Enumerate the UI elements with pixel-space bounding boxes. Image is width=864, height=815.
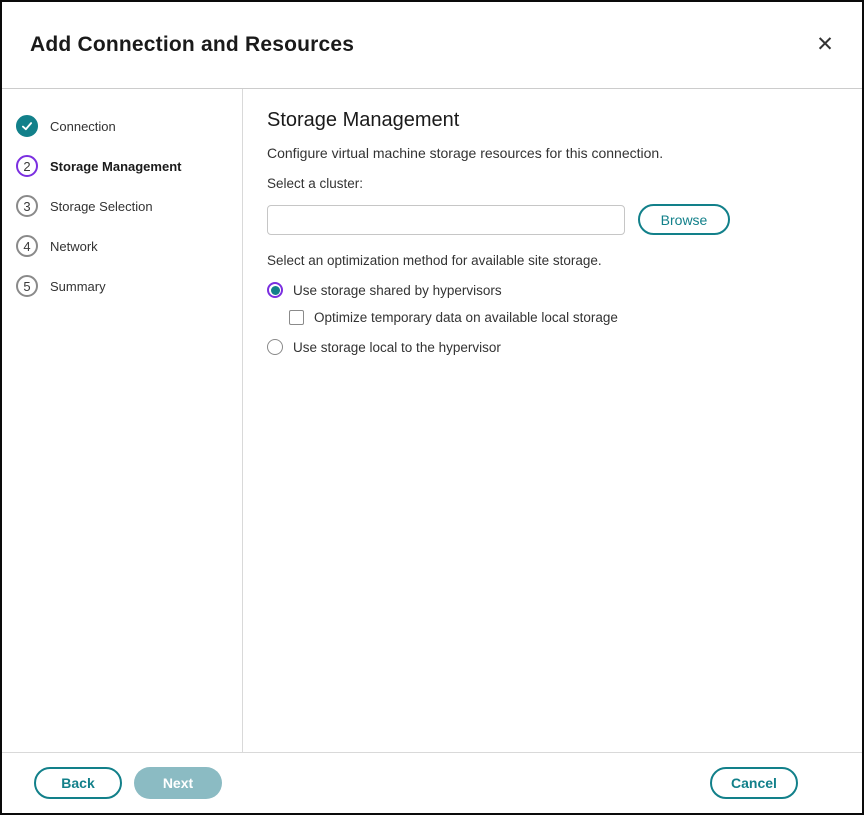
- step-storage-selection[interactable]: 3 Storage Selection: [16, 195, 242, 217]
- check-icon: [16, 115, 38, 137]
- step-label: Connection: [50, 119, 116, 134]
- wizard-steps-sidebar: Connection 2 Storage Management 3 Storag…: [2, 89, 243, 752]
- optimization-method-label: Select an optimization method for availa…: [267, 253, 838, 268]
- page-title: Storage Management: [267, 109, 838, 132]
- dialog-body: Connection 2 Storage Management 3 Storag…: [2, 89, 862, 752]
- option-label: Use storage local to the hypervisor: [293, 340, 501, 355]
- radio-use-shared-storage[interactable]: Use storage shared by hypervisors: [267, 282, 838, 298]
- radio-selected-icon[interactable]: [267, 282, 283, 298]
- dialog-title: Add Connection and Resources: [30, 33, 354, 57]
- step-network[interactable]: 4 Network: [16, 235, 242, 257]
- add-connection-resources-dialog: Add Connection and Resources ✕ Connectio…: [0, 0, 864, 815]
- storage-management-panel: Storage Management Configure virtual mac…: [243, 89, 862, 752]
- page-description: Configure virtual machine storage resour…: [267, 145, 838, 161]
- step-storage-management[interactable]: 2 Storage Management: [16, 155, 242, 177]
- cluster-input[interactable]: [267, 205, 625, 235]
- step-summary[interactable]: 5 Summary: [16, 275, 242, 297]
- back-button[interactable]: Back: [34, 767, 122, 799]
- cancel-button[interactable]: Cancel: [710, 767, 798, 799]
- step-number-badge: 2: [16, 155, 38, 177]
- radio-use-local-storage[interactable]: Use storage local to the hypervisor: [267, 339, 838, 355]
- step-label: Summary: [50, 279, 106, 294]
- checkbox-optimize-temp-data[interactable]: Optimize temporary data on available loc…: [289, 310, 838, 325]
- dialog-header: Add Connection and Resources ✕: [2, 2, 862, 89]
- dialog-footer: Back Next Cancel: [2, 752, 862, 813]
- close-icon[interactable]: ✕: [810, 30, 840, 60]
- step-label: Network: [50, 239, 98, 254]
- step-label: Storage Selection: [50, 199, 153, 214]
- option-label: Use storage shared by hypervisors: [293, 283, 502, 298]
- next-button[interactable]: Next: [134, 767, 222, 799]
- step-number-badge: 4: [16, 235, 38, 257]
- step-number-badge: 5: [16, 275, 38, 297]
- cluster-field-label: Select a cluster:: [267, 176, 838, 191]
- browse-button[interactable]: Browse: [638, 204, 730, 235]
- cluster-row: Browse: [267, 204, 838, 235]
- step-connection[interactable]: Connection: [16, 115, 242, 137]
- checkbox-unchecked-icon[interactable]: [289, 310, 304, 325]
- step-number-badge: 3: [16, 195, 38, 217]
- option-label: Optimize temporary data on available loc…: [314, 310, 618, 325]
- step-label: Storage Management: [50, 159, 181, 174]
- radio-unselected-icon[interactable]: [267, 339, 283, 355]
